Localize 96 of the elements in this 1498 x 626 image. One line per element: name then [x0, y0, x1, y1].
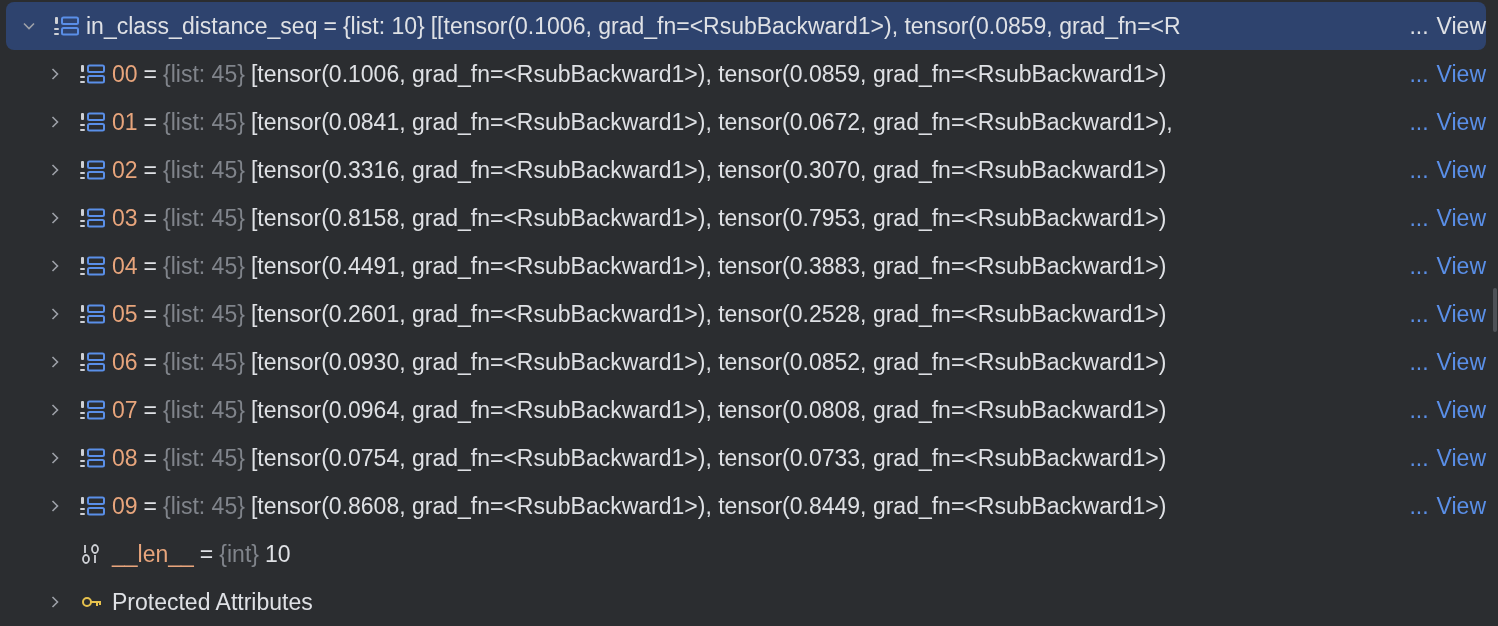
- ellipsis: ...: [1409, 204, 1429, 232]
- type-label: {list: 10}: [342, 12, 425, 40]
- list-icon: [80, 351, 106, 373]
- variable-value: [tensor(0.0930, grad_fn=<RsubBackward1>), tensor(0.0852, grad_fn=<RsubBackward1>): [250, 348, 1168, 376]
- equals-sign: =: [143, 252, 158, 280]
- view-link[interactable]: View: [1436, 252, 1486, 280]
- equals-sign: =: [323, 12, 337, 40]
- variable-name: 02: [112, 156, 138, 184]
- ellipsis: ...: [1409, 492, 1429, 520]
- ellipsis: ...: [1409, 444, 1429, 472]
- variable-name: 01: [112, 108, 138, 136]
- tree-row[interactable]: 04 = {list: 45} [tensor(0.4491, grad_fn=<RsubBackward1>), tensor(0.3883, grad_fn=<RsubBackward1>) ... View: [0, 242, 1486, 290]
- type-label: {list: 45}: [163, 252, 245, 280]
- view-link[interactable]: View: [1436, 204, 1486, 232]
- tree-row[interactable]: 02 = {list: 45} [tensor(0.3316, grad_fn=<RsubBackward1>), tensor(0.3070, grad_fn=<RsubBackward1>) ... View: [0, 146, 1486, 194]
- view-link[interactable]: View: [1436, 396, 1486, 424]
- equals-sign: =: [143, 108, 158, 136]
- type-label: {list: 45}: [163, 204, 245, 232]
- equals-sign: =: [143, 204, 158, 232]
- tree-row[interactable]: __len__ = {int} 10: [0, 530, 1486, 578]
- equals-sign: =: [143, 444, 158, 472]
- variable-name: 05: [112, 300, 138, 328]
- list-icon: [80, 159, 106, 181]
- type-label: {list: 45}: [163, 108, 245, 136]
- ellipsis: ...: [1409, 348, 1429, 376]
- type-label: {list: 45}: [163, 348, 245, 376]
- view-link[interactable]: View: [1436, 60, 1486, 88]
- variable-name: 08: [112, 444, 138, 472]
- ellipsis: ...: [1409, 252, 1429, 280]
- type-label: {list: 45}: [163, 444, 245, 472]
- tree-row[interactable]: 01 = {list: 45} [tensor(0.0841, grad_fn=<RsubBackward1>), tensor(0.0672, grad_fn=<RsubBackward1>), ... View: [0, 98, 1486, 146]
- list-icon: [80, 111, 106, 133]
- type-label: {list: 45}: [163, 156, 245, 184]
- ellipsis: ...: [1409, 60, 1429, 88]
- variable-value: [tensor(0.0841, grad_fn=<RsubBackward1>), tensor(0.0672, grad_fn=<RsubBackward1>),: [250, 108, 1174, 136]
- scrollbar-thumb[interactable]: [1493, 288, 1497, 332]
- list-icon: [80, 63, 106, 85]
- variable-value: [tensor(0.8608, grad_fn=<RsubBackward1>), tensor(0.8449, grad_fn=<RsubBackward1>): [250, 492, 1168, 520]
- equals-sign: =: [143, 396, 158, 424]
- equals-sign: =: [143, 492, 158, 520]
- tree-row[interactable]: Protected Attributes: [0, 578, 1486, 626]
- list-icon: [80, 495, 106, 517]
- type-label: {list: 45}: [163, 300, 245, 328]
- variable-value: [[tensor(0.1006, grad_fn=<RsubBackward1>), tensor(0.0859, grad_fn=<R: [430, 12, 1182, 40]
- tree-row[interactable]: 06 = {list: 45} [tensor(0.0930, grad_fn=<RsubBackward1>), tensor(0.0852, grad_fn=<RsubBackward1>) ... View: [0, 338, 1486, 386]
- view-link[interactable]: View: [1436, 108, 1486, 136]
- list-icon: [80, 207, 106, 229]
- view-link[interactable]: View: [1436, 12, 1486, 40]
- selected-tree-row[interactable]: in_class_distance_seq = {list: 10} [[tensor(0.1006, grad_fn=<RsubBackward1>), tensor(0.0859, grad_fn=<R ... View: [6, 2, 1486, 50]
- list-icon: [80, 447, 106, 469]
- type-label: {int}: [219, 540, 259, 568]
- variable-name: 03: [112, 204, 138, 232]
- tree-row[interactable]: 03 = {list: 45} [tensor(0.8158, grad_fn=<RsubBackward1>), tensor(0.7953, grad_fn=<RsubBackward1>) ... View: [0, 194, 1486, 242]
- ellipsis: ...: [1409, 12, 1429, 40]
- ellipsis: ...: [1409, 300, 1429, 328]
- tree-row[interactable]: 00 = {list: 45} [tensor(0.1006, grad_fn=<RsubBackward1>), tensor(0.0859, grad_fn=<RsubBackward1>) ... View: [0, 50, 1486, 98]
- view-link[interactable]: View: [1436, 444, 1486, 472]
- variable-value: [tensor(0.8158, grad_fn=<RsubBackward1>), tensor(0.7953, grad_fn=<RsubBackward1>): [250, 204, 1168, 232]
- tree-row[interactable]: 08 = {list: 45} [tensor(0.0754, grad_fn=<RsubBackward1>), tensor(0.0733, grad_fn=<RsubBackward1>) ... View: [0, 434, 1486, 482]
- variable-value: [tensor(0.3316, grad_fn=<RsubBackward1>), tensor(0.3070, grad_fn=<RsubBackward1>): [250, 156, 1168, 184]
- variable-value: 10: [264, 540, 292, 568]
- equals-sign: =: [143, 348, 158, 376]
- variable-name: __len__: [112, 540, 194, 568]
- list-icon: [80, 303, 106, 325]
- equals-sign: =: [143, 156, 158, 184]
- variable-value: [tensor(0.2601, grad_fn=<RsubBackward1>), tensor(0.2528, grad_fn=<RsubBackward1>): [250, 300, 1168, 328]
- list-icon: [80, 399, 106, 421]
- variable-value: [tensor(0.1006, grad_fn=<RsubBackward1>), tensor(0.0859, grad_fn=<RsubBackward1>): [250, 60, 1168, 88]
- variable-name: 09: [112, 492, 138, 520]
- list-icon: [54, 15, 80, 37]
- view-link[interactable]: View: [1436, 300, 1486, 328]
- ellipsis: ...: [1409, 396, 1429, 424]
- equals-sign: =: [143, 300, 158, 328]
- view-link[interactable]: View: [1436, 156, 1486, 184]
- variable-name: Protected Attributes: [112, 588, 313, 616]
- type-label: {list: 45}: [163, 60, 245, 88]
- tree-row[interactable]: 05 = {list: 45} [tensor(0.2601, grad_fn=<RsubBackward1>), tensor(0.2528, grad_fn=<RsubBackward1>) ... View: [0, 290, 1486, 338]
- equals-sign: =: [143, 60, 158, 88]
- tree-row[interactable]: 09 = {list: 45} [tensor(0.8608, grad_fn=<RsubBackward1>), tensor(0.8449, grad_fn=<RsubBackward1>) ... View: [0, 482, 1486, 530]
- ellipsis: ...: [1409, 108, 1429, 136]
- variable-value: [tensor(0.4491, grad_fn=<RsubBackward1>), tensor(0.3883, grad_fn=<RsubBackward1>): [250, 252, 1168, 280]
- variable-value: [tensor(0.0964, grad_fn=<RsubBackward1>), tensor(0.0808, grad_fn=<RsubBackward1>): [250, 396, 1168, 424]
- type-label: {list: 45}: [163, 492, 245, 520]
- variable-name: in_class_distance_seq: [86, 12, 318, 40]
- equals-sign: =: [199, 540, 214, 568]
- variable-name: 07: [112, 396, 138, 424]
- variable-name: 06: [112, 348, 138, 376]
- tree-row[interactable]: 07 = {list: 45} [tensor(0.0964, grad_fn=<RsubBackward1>), tensor(0.0808, grad_fn=<RsubBackward1>) ... View: [0, 386, 1486, 434]
- view-link[interactable]: View: [1436, 492, 1486, 520]
- variable-name: 00: [112, 60, 138, 88]
- variable-value: [tensor(0.0754, grad_fn=<RsubBackward1>), tensor(0.0733, grad_fn=<RsubBackward1>): [250, 444, 1168, 472]
- variable-name: 04: [112, 252, 138, 280]
- ellipsis: ...: [1409, 156, 1429, 184]
- list-icon: [80, 255, 106, 277]
- view-link[interactable]: View: [1436, 348, 1486, 376]
- type-label: {list: 45}: [163, 396, 245, 424]
